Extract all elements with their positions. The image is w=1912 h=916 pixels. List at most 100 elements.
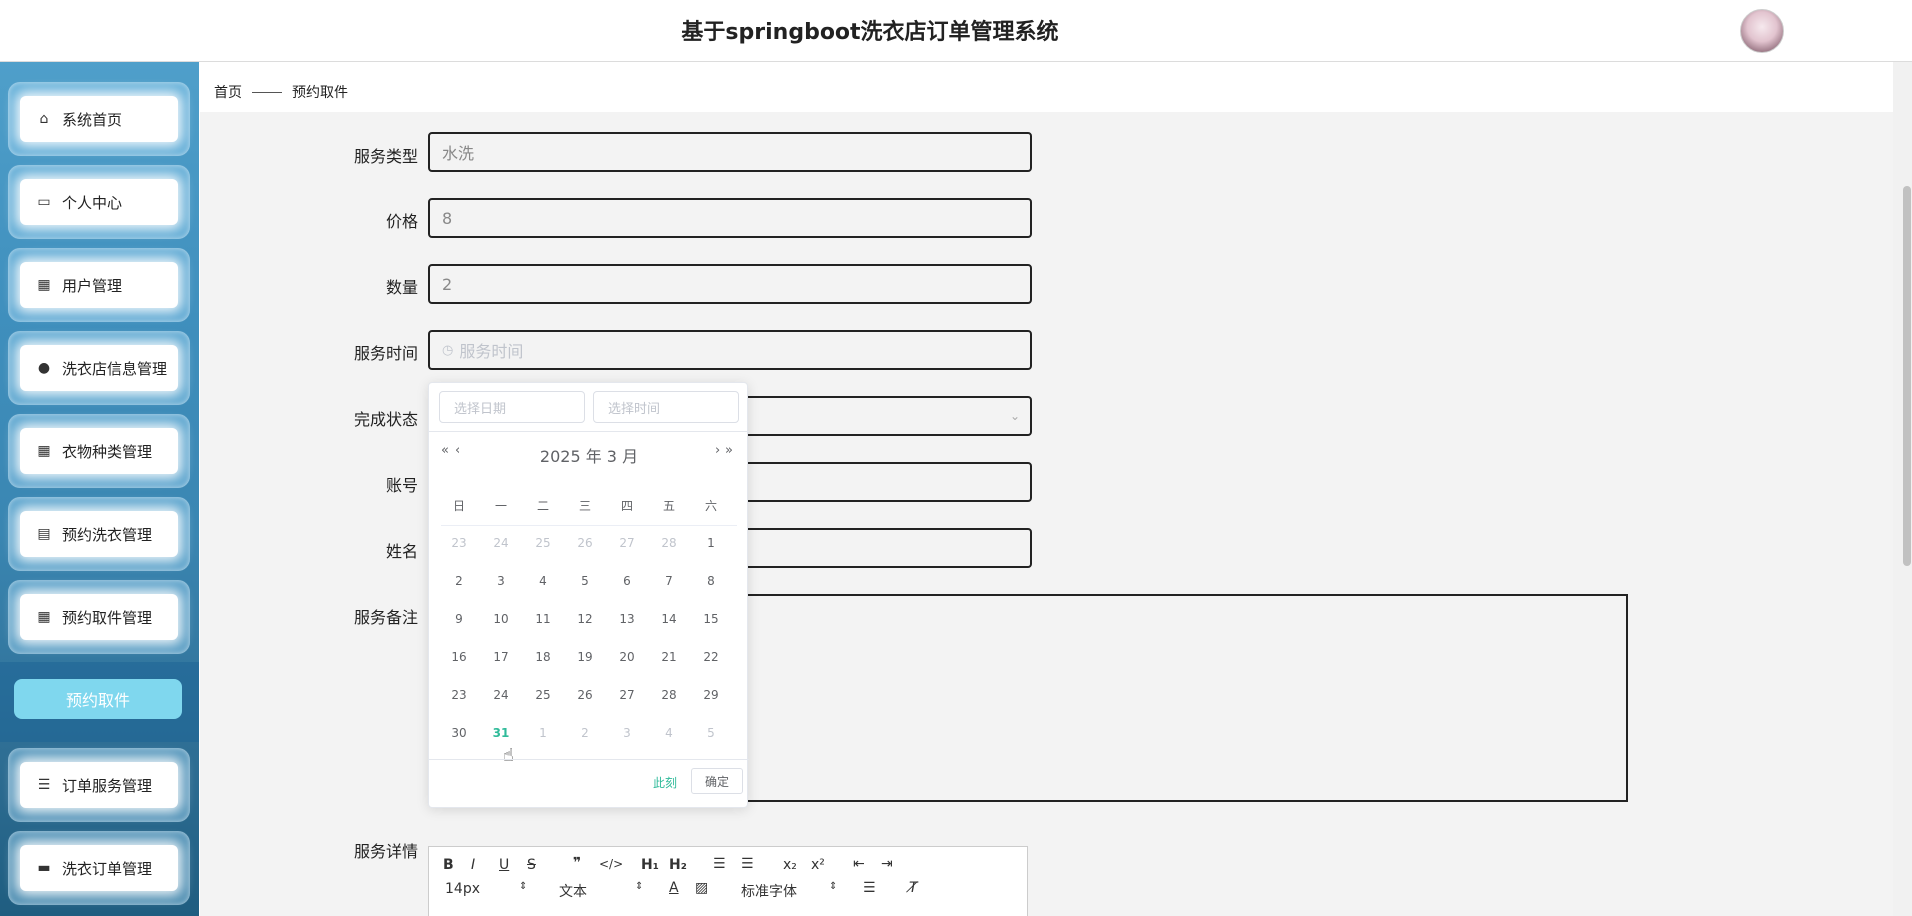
paragraph-select[interactable]: 文本 — [559, 881, 587, 901]
calendar-day[interactable]: 27 — [607, 688, 647, 702]
header: 基于springboot洗衣店订单管理系统 — [0, 0, 1912, 62]
calendar-day[interactable]: 15 — [691, 612, 731, 626]
calendar-day[interactable]: 21 — [649, 650, 689, 664]
sidebar-item-label: 洗衣店信息管理 — [62, 359, 168, 378]
confirm-button[interactable]: 确定 — [691, 768, 743, 794]
calendar-day[interactable]: 5 — [691, 726, 731, 740]
calendar-day[interactable]: 26 — [565, 688, 605, 702]
font-size-select[interactable]: 14px — [445, 881, 480, 897]
h1-icon[interactable]: H₁ — [641, 857, 659, 873]
label-name: 姓名 — [385, 542, 418, 561]
calendar-day[interactable]: 9 — [439, 612, 479, 626]
service-type-field[interactable]: 水洗 — [428, 132, 1032, 172]
calendar-day[interactable]: 31 — [481, 726, 521, 740]
sidebar-item-pickup-booking[interactable]: ▦ 预约取件管理 — [8, 580, 190, 654]
quote-icon[interactable]: ❞ — [573, 855, 581, 871]
italic-icon[interactable]: I — [471, 857, 475, 873]
breadcrumb-separator — [252, 91, 282, 93]
label-detail: 服务详情 — [353, 842, 418, 861]
calendar-day[interactable]: 23 — [439, 688, 479, 702]
bullet-list-icon[interactable]: ☰ — [741, 856, 754, 872]
calendar-day[interactable]: 18 — [523, 650, 563, 664]
code-icon[interactable]: </> — [599, 857, 623, 871]
calendar-day[interactable]: 24 — [481, 536, 521, 550]
sidebar-item-clothing-types[interactable]: ▦ 衣物种类管理 — [8, 414, 190, 488]
ordered-list-icon[interactable]: ☰ — [713, 856, 726, 872]
calendar-day[interactable]: 2 — [439, 574, 479, 588]
underline-icon[interactable]: U — [499, 857, 509, 873]
service-time-field[interactable]: ◷ 服务时间 — [428, 330, 1032, 370]
calendar-day[interactable]: 10 — [481, 612, 521, 626]
font-family-select[interactable]: 标准字体 — [741, 881, 797, 901]
service-time-placeholder: 服务时间 — [459, 342, 524, 361]
calendar-day[interactable]: 12 — [565, 612, 605, 626]
weekday-label: 五 — [662, 499, 675, 513]
picker-year-month[interactable]: 2025 年 3 月 — [429, 443, 749, 467]
sidebar-item-profile[interactable]: ▭ 个人中心 — [8, 165, 190, 239]
strike-icon[interactable]: S — [527, 857, 536, 873]
calendar-day[interactable]: 7 — [649, 574, 689, 588]
calendar-day[interactable]: 24 — [481, 688, 521, 702]
h2-icon[interactable]: H₂ — [669, 857, 687, 873]
calendar-day[interactable]: 4 — [649, 726, 689, 740]
calendar-day[interactable]: 5 — [565, 574, 605, 588]
calendar-day[interactable]: 23 — [439, 536, 479, 550]
calendar-day[interactable]: 27 — [607, 536, 647, 550]
breadcrumb-home[interactable]: 首页 — [214, 82, 242, 102]
calendar-day[interactable]: 8 — [691, 574, 731, 588]
calendar-day[interactable]: 2 — [565, 726, 605, 740]
calendar-day[interactable]: 1 — [691, 536, 731, 550]
picker-time-input[interactable]: 选择时间 — [593, 391, 739, 423]
superscript-icon[interactable]: x² — [811, 857, 825, 873]
calendar-day[interactable]: 28 — [649, 536, 689, 550]
scrollbar-thumb[interactable] — [1903, 186, 1911, 566]
calendar-day[interactable]: 11 — [523, 612, 563, 626]
clear-format-icon[interactable]: T̸ — [909, 880, 918, 896]
sidebar-item-home[interactable]: ⌂ 系统首页 — [8, 82, 190, 156]
user-icon: ● — [37, 360, 51, 376]
next-month-icon[interactable]: › — [715, 443, 720, 458]
weekday-label: 三 — [578, 499, 591, 513]
align-icon[interactable]: ☰ — [863, 880, 876, 896]
calendar-day[interactable]: 30 — [439, 726, 479, 740]
price-field[interactable]: 8 — [428, 198, 1032, 238]
calendar-day[interactable]: 22 — [691, 650, 731, 664]
picker-date-placeholder: 选择日期 — [454, 401, 507, 417]
detail-editor[interactable]: B I U S ❞ </> H₁ H₂ ☰ ☰ x₂ x² ⇤ ⇥ 14px ⇕… — [428, 846, 1028, 916]
calendar-day[interactable]: 3 — [607, 726, 647, 740]
next-year-icon[interactable]: » — [725, 443, 733, 458]
avatar[interactable] — [1740, 9, 1784, 53]
page-title: 基于springboot洗衣店订单管理系统 — [681, 20, 1059, 45]
calendar-day[interactable]: 29 — [691, 688, 731, 702]
calendar-day[interactable]: 25 — [523, 536, 563, 550]
subscript-icon[interactable]: x₂ — [783, 857, 797, 873]
font-color-icon[interactable]: A — [669, 880, 679, 896]
calendar-day[interactable]: 20 — [607, 650, 647, 664]
calendar-day[interactable]: 4 — [523, 574, 563, 588]
bold-icon[interactable]: B — [443, 857, 454, 873]
calendar-day[interactable]: 1 — [523, 726, 563, 740]
calendar-day[interactable]: 25 — [523, 688, 563, 702]
calendar-day[interactable]: 6 — [607, 574, 647, 588]
background-color-icon[interactable]: ▨ — [695, 880, 708, 896]
sidebar-subitem-pickup[interactable]: 预约取件 — [0, 662, 199, 742]
picker-date-input[interactable]: 选择日期 — [439, 391, 585, 423]
outdent-icon[interactable]: ⇤ — [853, 856, 865, 872]
calendar-day[interactable]: 16 — [439, 650, 479, 664]
calendar-day[interactable]: 19 — [565, 650, 605, 664]
calendar-day[interactable]: 26 — [565, 536, 605, 550]
calendar-day[interactable]: 17 — [481, 650, 521, 664]
sidebar-item-users[interactable]: ▦ 用户管理 — [8, 248, 190, 322]
sidebar-item-order-service[interactable]: ☰ 订单服务管理 — [8, 748, 190, 822]
now-button[interactable]: 此刻 — [653, 774, 677, 791]
calendar-day[interactable]: 28 — [649, 688, 689, 702]
calendar-day[interactable]: 14 — [649, 612, 689, 626]
sidebar-item-label: 预约洗衣管理 — [62, 525, 153, 544]
calendar-day[interactable]: 3 — [481, 574, 521, 588]
calendar-day[interactable]: 13 — [607, 612, 647, 626]
sidebar-item-laundry-orders[interactable]: ▬ 洗衣订单管理 — [8, 831, 190, 905]
quantity-field[interactable]: 2 — [428, 264, 1032, 304]
sidebar-item-wash-booking[interactable]: ▤ 预约洗衣管理 — [8, 497, 190, 571]
sidebar-item-laundry-info[interactable]: ● 洗衣店信息管理 — [8, 331, 190, 405]
indent-icon[interactable]: ⇥ — [881, 856, 893, 872]
